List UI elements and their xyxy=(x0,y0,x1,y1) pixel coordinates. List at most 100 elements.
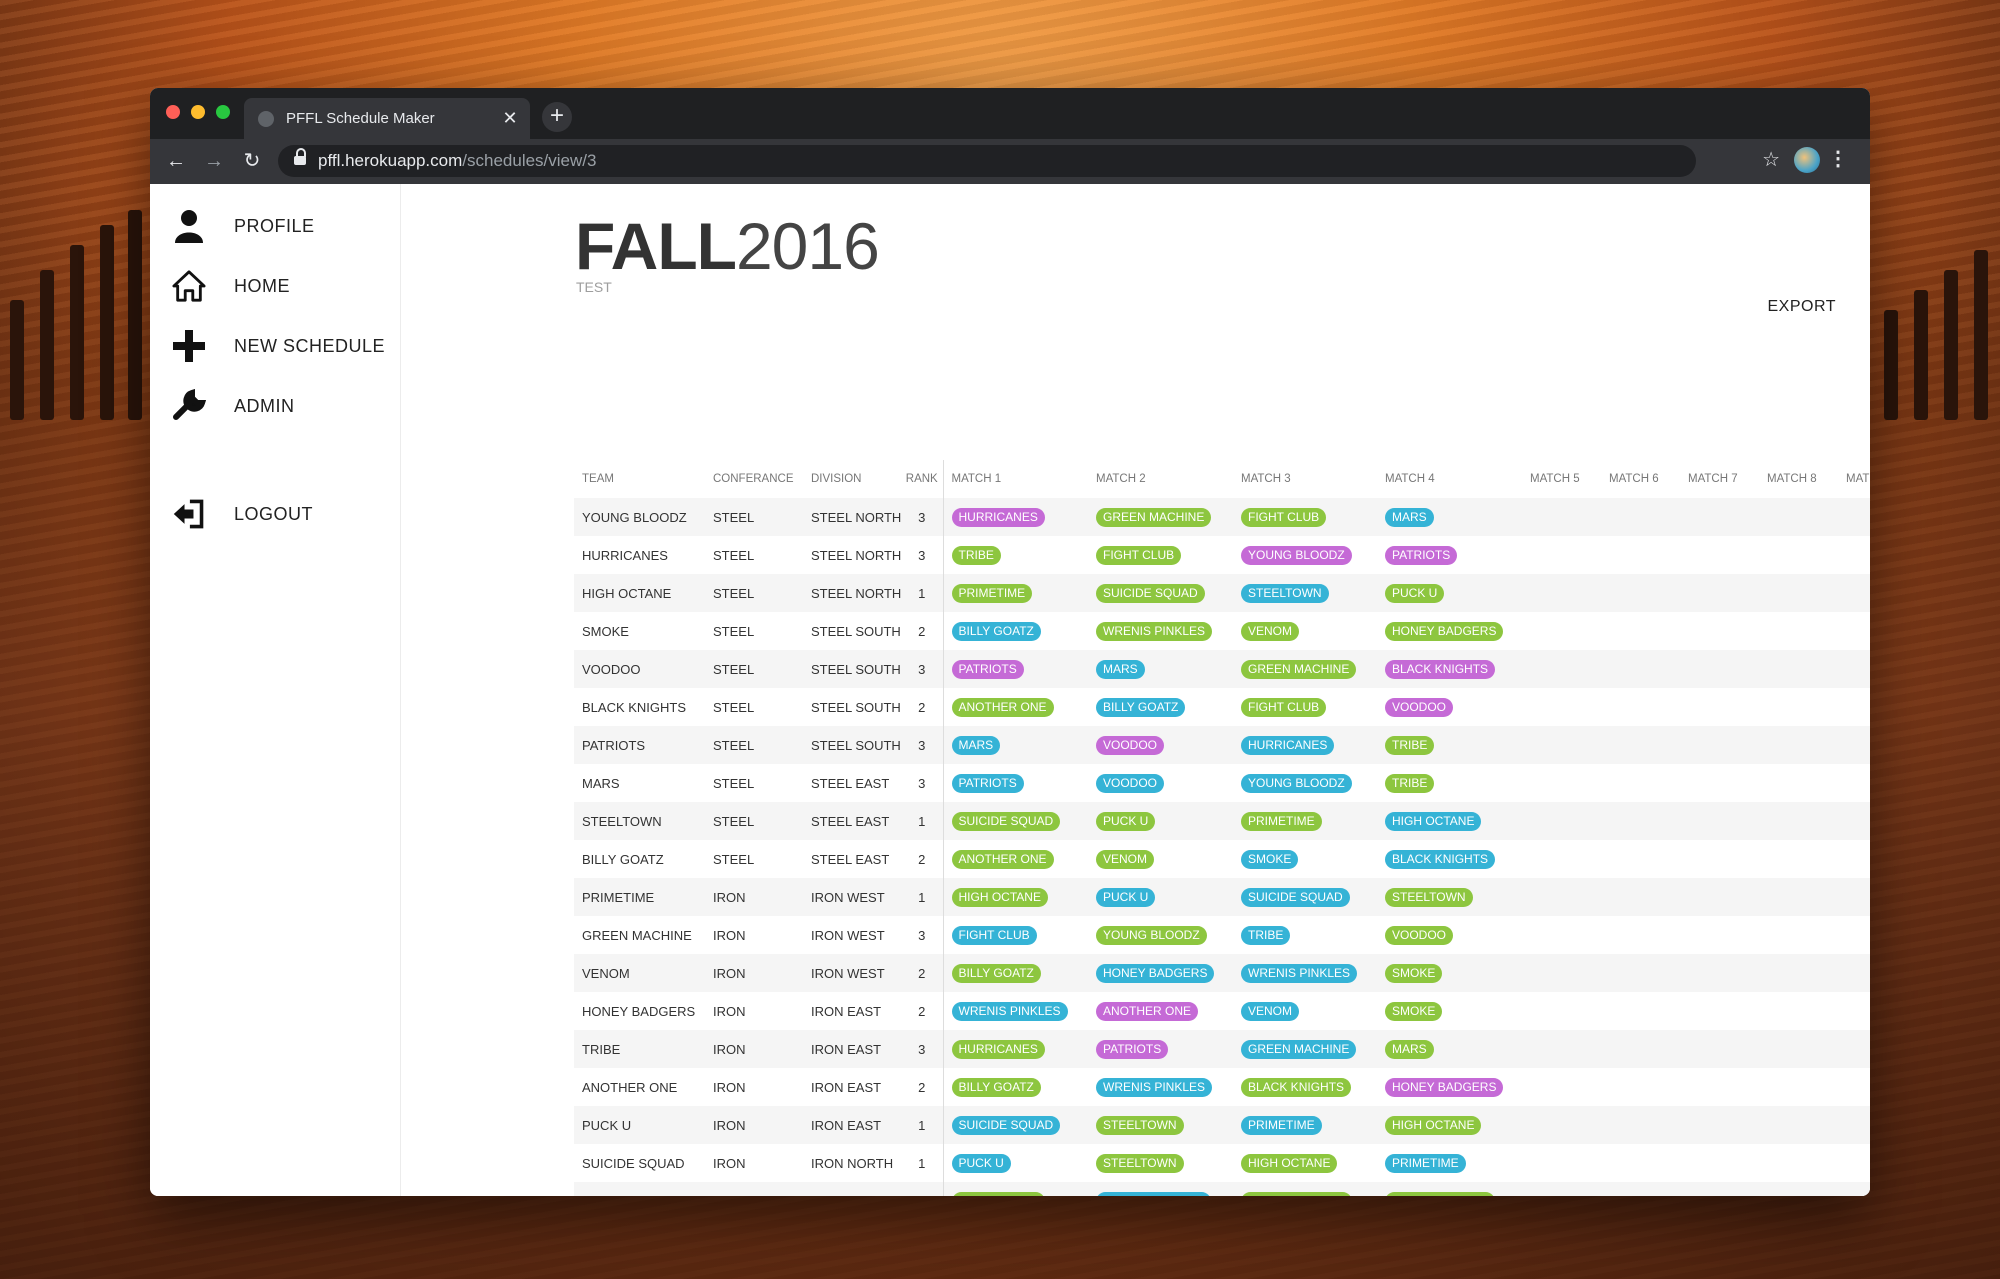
opponent-badge[interactable]: HIGH OCTANE xyxy=(1385,811,1482,831)
opponent-badge[interactable]: HURRICANES xyxy=(951,1191,1045,1196)
opponent-badge[interactable]: PATRIOTS xyxy=(1096,1039,1169,1059)
opponent-badge[interactable]: PUCK U xyxy=(1385,583,1445,603)
opponent-badge[interactable]: BILLY GOATZ xyxy=(951,963,1041,983)
opponent-badge[interactable]: BILLY GOATZ xyxy=(951,621,1041,641)
opponent-badge[interactable]: MARS xyxy=(1385,507,1434,527)
opponent-badge[interactable]: GREEN MACHINE xyxy=(1096,1191,1212,1196)
opponent-badge[interactable]: SUICIDE SQUAD xyxy=(951,1115,1061,1135)
close-window-button[interactable] xyxy=(166,105,180,119)
maximize-window-button[interactable] xyxy=(216,105,230,119)
opponent-badge[interactable]: BILLY GOATZ xyxy=(951,1077,1041,1097)
opponent-badge[interactable]: BLACK KNIGHTS xyxy=(1385,1191,1496,1196)
opponent-badge[interactable]: ANOTHER ONE xyxy=(1096,1001,1199,1021)
opponent-badge[interactable]: MARS xyxy=(1096,659,1145,679)
opponent-badge[interactable]: BLACK KNIGHTS xyxy=(1241,1077,1352,1097)
opponent-badge[interactable]: HURRICANES xyxy=(951,1039,1045,1059)
export-button[interactable]: EXPORT xyxy=(1768,298,1837,316)
opponent-badge[interactable]: ANOTHER ONE xyxy=(951,849,1054,869)
opponent-badge[interactable]: PUCK U xyxy=(951,1153,1011,1173)
column-header[interactable]: MATCH 3 xyxy=(1233,460,1377,498)
sidebar-item-home[interactable]: HOME xyxy=(172,266,290,306)
sidebar-item-profile[interactable]: PROFILE xyxy=(172,206,315,246)
opponent-badge[interactable]: SUICIDE SQUAD xyxy=(951,811,1061,831)
opponent-badge[interactable]: PUCK U xyxy=(1096,887,1156,907)
opponent-badge[interactable]: YOUNG BLOODZ xyxy=(1241,545,1352,565)
opponent-badge[interactable]: WRENIS PINKLES xyxy=(1096,621,1213,641)
browser-tab[interactable]: PFFL Schedule Maker ✕ xyxy=(244,98,530,139)
opponent-badge[interactable]: STEELTOWN xyxy=(1096,1115,1184,1135)
opponent-badge[interactable]: HIGH OCTANE xyxy=(1241,1153,1338,1173)
column-header[interactable]: MATCH 1 xyxy=(943,460,1088,498)
column-header[interactable]: CONFERANCE xyxy=(705,460,803,498)
column-header[interactable]: MATCH 9 xyxy=(1838,460,1870,498)
opponent-badge[interactable]: VENOM xyxy=(1096,849,1155,869)
back-arrow-icon[interactable]: ← xyxy=(162,147,190,175)
opponent-badge[interactable]: TRIBE xyxy=(951,545,1001,565)
opponent-badge[interactable]: VOODOO xyxy=(1385,697,1454,717)
opponent-badge[interactable]: VOODOO xyxy=(1385,925,1454,945)
opponent-badge[interactable]: PATRIOTS xyxy=(951,773,1024,793)
column-header[interactable]: MATCH 4 xyxy=(1377,460,1522,498)
profile-avatar[interactable] xyxy=(1794,147,1820,173)
new-tab-button[interactable]: + xyxy=(542,102,572,132)
opponent-badge[interactable]: STEELTOWN xyxy=(1385,887,1473,907)
opponent-badge[interactable]: HIGH OCTANE xyxy=(951,887,1048,907)
opponent-badge[interactable]: VENOM xyxy=(1241,621,1300,641)
column-header[interactable]: MATCH 7 xyxy=(1680,460,1759,498)
opponent-badge[interactable]: ANOTHER ONE xyxy=(951,697,1054,717)
opponent-badge[interactable]: BLACK KNIGHTS xyxy=(1385,659,1496,679)
opponent-badge[interactable]: SUICIDE SQUAD xyxy=(1241,887,1350,907)
sidebar-item-logout[interactable]: LOGOUT xyxy=(172,494,313,534)
opponent-badge[interactable]: HONEY BADGERS xyxy=(1385,1077,1504,1097)
opponent-badge[interactable]: HONEY BADGERS xyxy=(1385,621,1504,641)
opponent-badge[interactable]: TRIBE xyxy=(1241,925,1291,945)
opponent-badge[interactable]: YOUNG BLOODZ xyxy=(1096,925,1207,945)
opponent-badge[interactable]: GREEN MACHINE xyxy=(1241,659,1357,679)
opponent-badge[interactable]: HURRICANES xyxy=(1241,735,1335,755)
opponent-badge[interactable]: FIGHT CLUB xyxy=(1241,507,1327,527)
opponent-badge[interactable]: STEELTOWN xyxy=(1096,1153,1184,1173)
opponent-badge[interactable]: WRENIS PINKLES xyxy=(1096,1077,1213,1097)
opponent-badge[interactable]: BILLY GOATZ xyxy=(1096,697,1186,717)
opponent-badge[interactable]: FIGHT CLUB xyxy=(951,925,1037,945)
column-header[interactable]: TEAM xyxy=(574,460,705,498)
opponent-badge[interactable]: MARS xyxy=(951,735,1001,755)
opponent-badge[interactable]: YOUNG BLOODZ xyxy=(1241,773,1352,793)
bookmark-star-icon[interactable]: ☆ xyxy=(1762,147,1780,172)
opponent-badge[interactable]: PRIMETIME xyxy=(1385,1153,1466,1173)
column-header[interactable]: MATCH 2 xyxy=(1088,460,1233,498)
opponent-badge[interactable]: YOUNG BLOODZ xyxy=(1241,1191,1352,1196)
opponent-badge[interactable]: VOODOO xyxy=(1096,773,1165,793)
opponent-badge[interactable]: HONEY BADGERS xyxy=(1096,963,1215,983)
opponent-badge[interactable]: TRIBE xyxy=(1385,773,1435,793)
opponent-badge[interactable]: VENOM xyxy=(1241,1001,1300,1021)
sidebar-item-new-schedule[interactable]: NEW SCHEDULE xyxy=(172,326,385,366)
column-header[interactable]: RANK xyxy=(901,460,944,498)
opponent-badge[interactable]: PRIMETIME xyxy=(1241,811,1322,831)
opponent-badge[interactable]: TRIBE xyxy=(1385,735,1435,755)
opponent-badge[interactable]: PUCK U xyxy=(1096,811,1156,831)
forward-arrow-icon[interactable]: → xyxy=(200,147,228,175)
more-menu-icon[interactable]: ⋮ xyxy=(1828,146,1848,171)
column-header[interactable]: MATCH 5 xyxy=(1522,460,1601,498)
opponent-badge[interactable]: SMOKE xyxy=(1385,1001,1443,1021)
close-tab-icon[interactable]: ✕ xyxy=(500,108,520,129)
opponent-badge[interactable]: HIGH OCTANE xyxy=(1385,1115,1482,1135)
opponent-badge[interactable]: WRENIS PINKLES xyxy=(951,1001,1068,1021)
opponent-badge[interactable]: HURRICANES xyxy=(951,507,1045,527)
opponent-badge[interactable]: PATRIOTS xyxy=(1385,545,1458,565)
opponent-badge[interactable]: PATRIOTS xyxy=(951,659,1024,679)
opponent-badge[interactable]: SMOKE xyxy=(1385,963,1443,983)
reload-icon[interactable]: ↻ xyxy=(238,147,266,175)
opponent-badge[interactable]: MARS xyxy=(1385,1039,1434,1059)
opponent-badge[interactable]: WRENIS PINKLES xyxy=(1241,963,1358,983)
sidebar-item-admin[interactable]: ADMIN xyxy=(172,386,295,426)
opponent-badge[interactable]: STEELTOWN xyxy=(1241,583,1329,603)
opponent-badge[interactable]: FIGHT CLUB xyxy=(1241,697,1327,717)
opponent-badge[interactable]: SUICIDE SQUAD xyxy=(1096,583,1205,603)
column-header[interactable]: MATCH 6 xyxy=(1601,460,1680,498)
opponent-badge[interactable]: GREEN MACHINE xyxy=(1096,507,1212,527)
opponent-badge[interactable]: SMOKE xyxy=(1241,849,1299,869)
opponent-badge[interactable]: GREEN MACHINE xyxy=(1241,1039,1357,1059)
column-header[interactable]: DIVISION xyxy=(803,460,901,498)
